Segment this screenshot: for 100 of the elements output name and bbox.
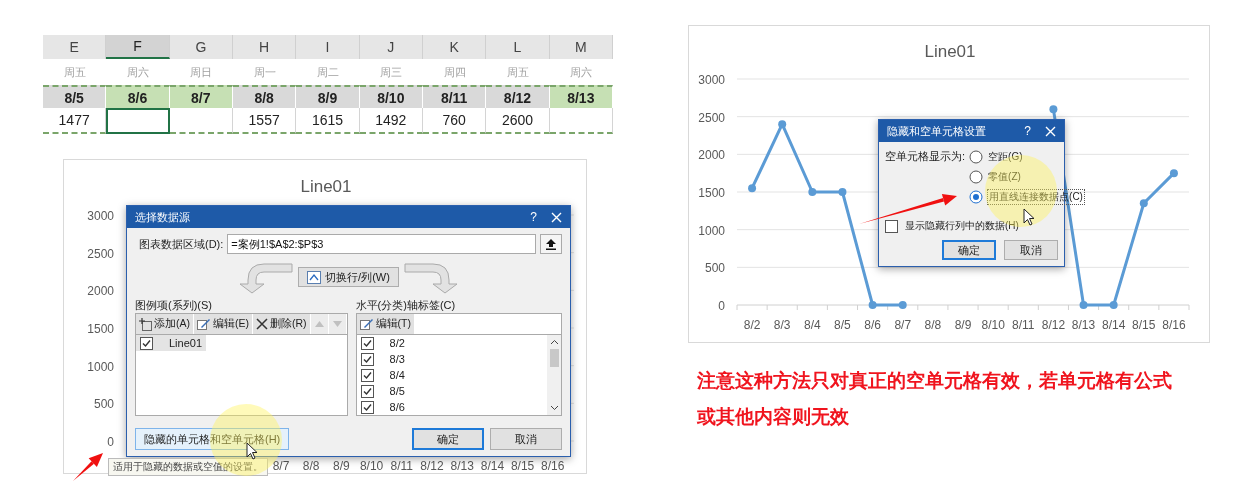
axis-label: 8/15 xyxy=(510,459,535,473)
dialog-title: 隐藏和空单元格设置 xyxy=(887,123,986,139)
item-label: 8/3 xyxy=(389,353,405,365)
axis-label: 8/9 xyxy=(333,459,350,473)
help-button[interactable]: ? xyxy=(1024,124,1031,138)
axis-label: 8/8 xyxy=(924,318,942,332)
checkbox[interactable] xyxy=(360,400,374,414)
checkbox[interactable] xyxy=(360,384,374,398)
axis-label: 2500 xyxy=(87,246,114,261)
axis-label: 8/2 xyxy=(743,318,761,332)
checkbox-label[interactable]: 显示隐藏行列中的数据(H) xyxy=(904,219,1020,233)
axis-label: 8/14 xyxy=(1102,318,1126,332)
axis-label: 8/16 xyxy=(1162,318,1186,332)
switch-row-column-button[interactable]: 切换行/列(W) xyxy=(298,267,399,287)
option-label[interactable]: 空距(G) xyxy=(987,150,1024,164)
data-point xyxy=(1139,199,1148,208)
scrollbar[interactable] xyxy=(547,335,561,415)
axis-label: 1000 xyxy=(698,223,725,238)
field-label: 图表数据区域(D): xyxy=(139,236,224,252)
table-cell[interactable]: 760 xyxy=(423,108,487,134)
column-header[interactable]: J xyxy=(359,35,423,59)
axis-label: 0 xyxy=(718,299,725,313)
axis-label: 500 xyxy=(93,397,114,412)
cancel-button[interactable]: 取消 xyxy=(490,428,562,450)
cancel-button[interactable]: 取消 xyxy=(1004,240,1058,260)
axis-label: 500 xyxy=(704,261,725,276)
axis-label: 8/5 xyxy=(834,318,851,332)
edit-button[interactable]: 编辑(E) xyxy=(194,314,253,334)
triangle-down-icon xyxy=(332,321,342,327)
axis-label: 8/11 xyxy=(390,459,414,473)
table-cell: 8/11 xyxy=(423,85,487,108)
checkbox[interactable] xyxy=(360,336,374,350)
radio-button[interactable] xyxy=(969,190,984,204)
delete-button[interactable]: 删除(R) xyxy=(253,314,311,334)
table-cell: 8/9 xyxy=(296,85,360,108)
scroll-thumb[interactable] xyxy=(549,349,559,367)
cursor-icon xyxy=(1023,208,1035,226)
list-item[interactable]: 8/5 xyxy=(356,383,547,399)
column-header[interactable]: I xyxy=(296,35,360,59)
checkbox[interactable] xyxy=(140,336,153,350)
chart-title: Line01 xyxy=(300,177,352,196)
checkbox[interactable] xyxy=(360,368,374,382)
list-item[interactable]: Line01 xyxy=(136,335,207,351)
radio-button[interactable] xyxy=(969,150,984,164)
option-label[interactable]: 零值(Z) xyxy=(987,170,1022,184)
checkbox[interactable] xyxy=(885,219,898,233)
list-item[interactable]: 8/2 xyxy=(356,335,547,351)
table-cell[interactable]: 1615 xyxy=(296,108,360,134)
axis-label: 8/11 xyxy=(1012,318,1035,332)
field-label: 空单元格显示为: xyxy=(885,149,966,164)
input-field[interactable]: =案例1!$A$2:$P$3 xyxy=(227,234,536,254)
table-cell[interactable]: 2600 xyxy=(486,108,550,134)
close-icon[interactable] xyxy=(551,211,562,223)
ok-button[interactable]: 确定 xyxy=(942,240,996,260)
table-cell[interactable]: 1477 xyxy=(43,108,107,134)
column-header[interactable]: G xyxy=(169,35,233,59)
tooltip: 适用于隐藏的数据或空值的设置。 xyxy=(108,458,268,476)
collapse-button[interactable] xyxy=(540,234,562,254)
table-cell-text: 周五 xyxy=(62,64,87,80)
radio-button[interactable] xyxy=(969,170,984,184)
axis-label: 8/13 xyxy=(1071,318,1096,332)
checkbox[interactable] xyxy=(360,352,374,366)
table-cell[interactable]: 1492 xyxy=(359,108,423,134)
edit-button[interactable]: 编辑(T) xyxy=(356,314,415,334)
chart-title: Line01 xyxy=(924,42,976,61)
item-label: 8/2 xyxy=(389,337,405,349)
table-cell: 8/8 xyxy=(233,85,297,108)
axis-label: 8/7 xyxy=(272,459,290,473)
table-cell[interactable] xyxy=(106,108,170,134)
data-point xyxy=(748,184,757,193)
pencil-icon xyxy=(197,317,211,331)
help-button[interactable]: ? xyxy=(530,210,537,224)
close-icon[interactable] xyxy=(1045,125,1056,137)
table-cell-text: 周一 xyxy=(252,64,277,80)
axis-label: 0 xyxy=(107,435,114,449)
chevron-up-icon xyxy=(549,339,559,345)
table-cell[interactable]: 1557 xyxy=(233,108,297,134)
table-cell: 8/6 xyxy=(106,85,170,108)
ok-button[interactable]: 确定 xyxy=(412,428,484,450)
list-item[interactable]: 8/3 xyxy=(356,351,547,367)
table-cell-text: 周二 xyxy=(316,64,340,80)
table-cell-text: 周五 xyxy=(506,64,530,80)
axis-label: 8/4 xyxy=(804,318,821,332)
data-point xyxy=(838,188,847,196)
column-header[interactable]: E xyxy=(43,35,107,59)
axis-label: 1500 xyxy=(87,322,114,336)
add-button[interactable]: 添加(A) xyxy=(136,314,194,334)
column-header[interactable]: M xyxy=(549,35,613,59)
data-point xyxy=(1079,301,1088,309)
axis-label: 2000 xyxy=(87,284,114,299)
hidden-cells-button[interactable]: 隐藏的单元格和空单元格(H) xyxy=(135,428,290,450)
column-header[interactable]: H xyxy=(233,35,297,59)
column-header[interactable]: L xyxy=(486,35,550,59)
panel-heading: 图例项(系列)(S) xyxy=(135,298,213,313)
table-cell-text: 周日 xyxy=(189,64,214,80)
list-item[interactable]: 8/6 xyxy=(356,399,547,415)
column-header[interactable]: F xyxy=(106,35,170,59)
list-item[interactable]: 8/4 xyxy=(356,367,547,383)
column-header[interactable]: K xyxy=(423,35,487,59)
table-cell: 8/13 xyxy=(549,85,613,108)
